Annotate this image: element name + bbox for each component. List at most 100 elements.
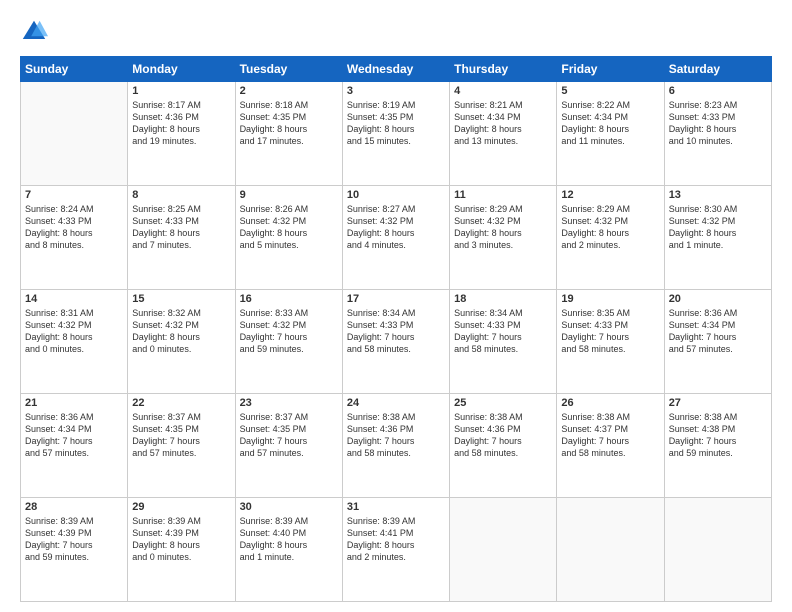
day-number: 10 — [347, 189, 445, 201]
cell-content: Sunrise: 8:37 AMSunset: 4:35 PMDaylight:… — [132, 411, 230, 460]
calendar-cell: 6 Sunrise: 8:23 AMSunset: 4:33 PMDaylight… — [664, 82, 771, 186]
col-header-friday: Friday — [557, 57, 664, 82]
cell-content: Sunrise: 8:39 AMSunset: 4:39 PMDaylight:… — [132, 515, 230, 564]
day-number: 27 — [669, 397, 767, 409]
calendar-cell: 2 Sunrise: 8:18 AMSunset: 4:35 PMDaylight… — [235, 82, 342, 186]
calendar-cell: 18Sunrise: 8:34 AMSunset: 4:33 PMDayligh… — [450, 290, 557, 394]
calendar-cell: 26Sunrise: 8:38 AMSunset: 4:37 PMDayligh… — [557, 394, 664, 498]
day-number: 8 — [132, 189, 230, 201]
calendar-cell: 13 Sunrise: 8:30 AMSunset: 4:32 PMDayligh… — [664, 186, 771, 290]
calendar-cell: 31 Sunrise: 8:39 AMSunset: 4:41 PMDayligh… — [342, 498, 449, 602]
week-row-4: 21 Sunrise: 8:36 AMSunset: 4:34 PMDayligh… — [21, 394, 772, 498]
day-number: 2 — [240, 85, 338, 97]
calendar-header-row: SundayMondayTuesdayWednesdayThursdayFrid… — [21, 57, 772, 82]
logo-icon — [20, 18, 48, 46]
calendar-cell: 4 Sunrise: 8:21 AMSunset: 4:34 PMDaylight… — [450, 82, 557, 186]
cell-content: Sunrise: 8:36 AMSunset: 4:34 PMDaylight:… — [25, 411, 123, 460]
cell-content: Sunrise: 8:38 AMSunset: 4:36 PMDaylight:… — [347, 411, 445, 460]
calendar-cell: 24Sunrise: 8:38 AMSunset: 4:36 PMDayligh… — [342, 394, 449, 498]
day-number: 30 — [240, 501, 338, 513]
calendar-cell: 17 Sunrise: 8:34 AMSunset: 4:33 PMDayligh… — [342, 290, 449, 394]
cell-content: Sunrise: 8:35 AMSunset: 4:33 PMDaylight:… — [561, 307, 659, 356]
calendar-cell: 23Sunrise: 8:37 AMSunset: 4:35 PMDayligh… — [235, 394, 342, 498]
cell-content: Sunrise: 8:32 AMSunset: 4:32 PMDaylight:… — [132, 307, 230, 356]
cell-content: Sunrise: 8:31 AMSunset: 4:32 PMDaylight:… — [25, 307, 123, 356]
header — [20, 18, 772, 46]
calendar-cell: 12Sunrise: 8:29 AMSunset: 4:32 PMDayligh… — [557, 186, 664, 290]
cell-content: Sunrise: 8:18 AMSunset: 4:35 PMDaylight:… — [240, 99, 338, 148]
cell-content: Sunrise: 8:39 AMSunset: 4:40 PMDaylight:… — [240, 515, 338, 564]
day-number: 22 — [132, 397, 230, 409]
logo — [20, 18, 52, 46]
calendar-cell — [450, 498, 557, 602]
cell-content: Sunrise: 8:22 AMSunset: 4:34 PMDaylight:… — [561, 99, 659, 148]
day-number: 12 — [561, 189, 659, 201]
cell-content: Sunrise: 8:39 AMSunset: 4:41 PMDaylight:… — [347, 515, 445, 564]
col-header-tuesday: Tuesday — [235, 57, 342, 82]
day-number: 4 — [454, 85, 552, 97]
day-number: 16 — [240, 293, 338, 305]
cell-content: Sunrise: 8:21 AMSunset: 4:34 PMDaylight:… — [454, 99, 552, 148]
day-number: 17 — [347, 293, 445, 305]
day-number: 21 — [25, 397, 123, 409]
calendar-cell — [557, 498, 664, 602]
calendar-cell: 11Sunrise: 8:29 AMSunset: 4:32 PMDayligh… — [450, 186, 557, 290]
col-header-saturday: Saturday — [664, 57, 771, 82]
calendar-cell: 15 Sunrise: 8:32 AMSunset: 4:32 PMDayligh… — [128, 290, 235, 394]
calendar-cell: 5 Sunrise: 8:22 AMSunset: 4:34 PMDaylight… — [557, 82, 664, 186]
cell-content: Sunrise: 8:24 AMSunset: 4:33 PMDaylight:… — [25, 203, 123, 252]
day-number: 13 — [669, 189, 767, 201]
day-number: 1 — [132, 85, 230, 97]
col-header-monday: Monday — [128, 57, 235, 82]
cell-content: Sunrise: 8:38 AMSunset: 4:38 PMDaylight:… — [669, 411, 767, 460]
calendar-cell: 14 Sunrise: 8:31 AMSunset: 4:32 PMDayligh… — [21, 290, 128, 394]
calendar-cell: 25Sunrise: 8:38 AMSunset: 4:36 PMDayligh… — [450, 394, 557, 498]
cell-content: Sunrise: 8:33 AMSunset: 4:32 PMDaylight:… — [240, 307, 338, 356]
cell-content: Sunrise: 8:26 AMSunset: 4:32 PMDaylight:… — [240, 203, 338, 252]
cell-content: Sunrise: 8:17 AMSunset: 4:36 PMDaylight:… — [132, 99, 230, 148]
day-number: 6 — [669, 85, 767, 97]
cell-content: Sunrise: 8:23 AMSunset: 4:33 PMDaylight:… — [669, 99, 767, 148]
day-number: 25 — [454, 397, 552, 409]
day-number: 3 — [347, 85, 445, 97]
cell-content: Sunrise: 8:38 AMSunset: 4:37 PMDaylight:… — [561, 411, 659, 460]
day-number: 20 — [669, 293, 767, 305]
calendar-table: SundayMondayTuesdayWednesdayThursdayFrid… — [20, 56, 772, 602]
calendar-cell: 28 Sunrise: 8:39 AMSunset: 4:39 PMDayligh… — [21, 498, 128, 602]
calendar-cell: 7 Sunrise: 8:24 AMSunset: 4:33 PMDaylight… — [21, 186, 128, 290]
cell-content: Sunrise: 8:25 AMSunset: 4:33 PMDaylight:… — [132, 203, 230, 252]
page: SundayMondayTuesdayWednesdayThursdayFrid… — [0, 0, 792, 612]
cell-content: Sunrise: 8:37 AMSunset: 4:35 PMDaylight:… — [240, 411, 338, 460]
day-number: 5 — [561, 85, 659, 97]
calendar-cell: 16 Sunrise: 8:33 AMSunset: 4:32 PMDayligh… — [235, 290, 342, 394]
week-row-1: 1 Sunrise: 8:17 AMSunset: 4:36 PMDaylight… — [21, 82, 772, 186]
calendar-cell: 22 Sunrise: 8:37 AMSunset: 4:35 PMDayligh… — [128, 394, 235, 498]
calendar-cell: 1 Sunrise: 8:17 AMSunset: 4:36 PMDaylight… — [128, 82, 235, 186]
day-number: 14 — [25, 293, 123, 305]
cell-content: Sunrise: 8:27 AMSunset: 4:32 PMDaylight:… — [347, 203, 445, 252]
day-number: 11 — [454, 189, 552, 201]
cell-content: Sunrise: 8:30 AMSunset: 4:32 PMDaylight:… — [669, 203, 767, 252]
day-number: 15 — [132, 293, 230, 305]
col-header-sunday: Sunday — [21, 57, 128, 82]
calendar-cell: 9 Sunrise: 8:26 AMSunset: 4:32 PMDaylight… — [235, 186, 342, 290]
calendar-cell: 27 Sunrise: 8:38 AMSunset: 4:38 PMDayligh… — [664, 394, 771, 498]
calendar-cell — [21, 82, 128, 186]
day-number: 19 — [561, 293, 659, 305]
cell-content: Sunrise: 8:19 AMSunset: 4:35 PMDaylight:… — [347, 99, 445, 148]
week-row-3: 14 Sunrise: 8:31 AMSunset: 4:32 PMDayligh… — [21, 290, 772, 394]
cell-content: Sunrise: 8:39 AMSunset: 4:39 PMDaylight:… — [25, 515, 123, 564]
cell-content: Sunrise: 8:36 AMSunset: 4:34 PMDaylight:… — [669, 307, 767, 356]
day-number: 9 — [240, 189, 338, 201]
cell-content: Sunrise: 8:34 AMSunset: 4:33 PMDaylight:… — [347, 307, 445, 356]
week-row-2: 7 Sunrise: 8:24 AMSunset: 4:33 PMDaylight… — [21, 186, 772, 290]
calendar-cell: 20 Sunrise: 8:36 AMSunset: 4:34 PMDayligh… — [664, 290, 771, 394]
day-number: 7 — [25, 189, 123, 201]
day-number: 29 — [132, 501, 230, 513]
calendar-cell: 19 Sunrise: 8:35 AMSunset: 4:33 PMDayligh… — [557, 290, 664, 394]
day-number: 31 — [347, 501, 445, 513]
day-number: 28 — [25, 501, 123, 513]
calendar-cell: 30 Sunrise: 8:39 AMSunset: 4:40 PMDayligh… — [235, 498, 342, 602]
week-row-5: 28 Sunrise: 8:39 AMSunset: 4:39 PMDayligh… — [21, 498, 772, 602]
calendar-cell — [664, 498, 771, 602]
